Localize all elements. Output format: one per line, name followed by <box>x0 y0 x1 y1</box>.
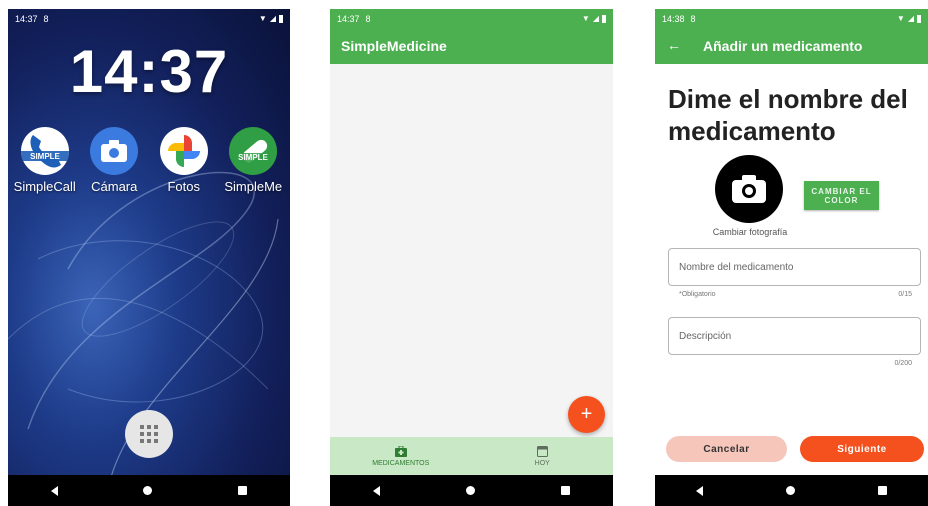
tab-hoy[interactable]: HOY <box>492 445 592 467</box>
app-label: Cámara <box>91 179 138 194</box>
add-medicine-screen: 14:38 8 ▼ ◢ ← Añadir un medicamento Dime… <box>655 9 928 506</box>
photos-pinwheel-icon <box>159 127 208 175</box>
change-photo-button[interactable] <box>715 155 783 223</box>
app-drawer-button[interactable] <box>125 410 173 458</box>
change-color-button[interactable]: CAMBIAR EL COLOR <box>804 181 879 210</box>
nav-home-icon[interactable] <box>143 486 153 495</box>
app-simplemedicine[interactable]: SIMPLE SimpleMe <box>219 127 287 194</box>
nav-home-icon[interactable] <box>466 486 475 495</box>
wifi-icon: ▼ <box>896 14 905 23</box>
app-camera[interactable]: Cámara <box>80 127 148 194</box>
app-drawer-grid-icon <box>140 425 158 443</box>
battery-icon <box>917 14 921 23</box>
description-char-counter: 0/200 <box>894 360 912 367</box>
camera-icon <box>90 127 139 175</box>
nav-recents-icon[interactable] <box>561 486 570 495</box>
home-screen: 14:37 8 ▼ ◢ 14:37 SIMPLE SimpleCall Cáma… <box>8 9 290 506</box>
signal-icon: ◢ <box>907 14 914 23</box>
simplemedicine-pill-icon: SIMPLE <box>229 127 278 175</box>
status-time: 14:37 <box>15 13 38 24</box>
nav-recents-icon[interactable] <box>877 486 887 495</box>
status-bar: 14:38 8 ▼ ◢ <box>655 9 928 28</box>
name-char-counter: 0/15 <box>898 291 912 298</box>
status-time: 14:37 <box>337 13 360 24</box>
nav-back-icon[interactable] <box>696 485 704 496</box>
app-simplecall[interactable]: SIMPLE SimpleCall <box>11 127 79 194</box>
medical-kit-icon <box>394 445 407 457</box>
next-button[interactable]: Siguiente <box>800 436 924 462</box>
tab-medicamentos[interactable]: MEDICAMENTOS <box>351 445 451 467</box>
signal-icon: ◢ <box>592 14 599 23</box>
status-time: 14:38 <box>662 13 685 24</box>
screen-title: Añadir un medicamento <box>703 38 863 54</box>
nav-back-icon[interactable] <box>373 485 380 496</box>
app-label: Fotos <box>167 179 200 194</box>
simplecall-icon: SIMPLE <box>20 127 69 175</box>
system-nav-bar <box>655 475 928 506</box>
status-bar: 14:37 8 ▼ ◢ <box>330 9 613 28</box>
description-input[interactable]: Descripción <box>668 317 921 355</box>
add-medicine-fab[interactable]: + <box>568 396 605 433</box>
wifi-icon: ▼ <box>581 14 590 23</box>
status-notification-icon: 8 <box>365 13 371 24</box>
signal-icon: ◢ <box>269 14 276 23</box>
system-nav-bar <box>8 475 290 506</box>
nav-home-icon[interactable] <box>785 486 795 495</box>
status-bar: 14:37 8 ▼ ◢ <box>8 9 290 28</box>
system-nav-bar <box>330 475 613 506</box>
simplemedicine-badge: SIMPLE <box>238 153 268 162</box>
app-bar: 14:38 8 ▼ ◢ ← Añadir un medicamento <box>655 9 928 64</box>
status-notification-icon: 8 <box>43 13 49 24</box>
app-label: SimpleCall <box>13 179 76 194</box>
change-photo-label: Cambiar fotografía <box>712 227 788 237</box>
plus-icon: + <box>580 403 593 425</box>
cancel-button[interactable]: Cancelar <box>666 436 787 462</box>
tab-label: HOY <box>534 460 550 467</box>
bottom-navigation: MEDICAMENTOS HOY <box>330 437 613 475</box>
tab-label: MEDICAMENTOS <box>372 459 430 467</box>
camera-icon <box>732 175 766 203</box>
battery-icon <box>602 14 606 23</box>
app-title: SimpleMedicine <box>341 38 447 54</box>
back-arrow-icon[interactable]: ← <box>667 37 681 53</box>
nav-back-icon[interactable] <box>50 485 58 496</box>
list-background <box>330 9 613 506</box>
app-row: SIMPLE SimpleCall Cámara Fotos SIMPLE Si… <box>8 127 290 194</box>
name-required-helper: *Obligatorio <box>679 291 716 298</box>
home-clock: 14:37 <box>69 38 229 105</box>
battery-icon <box>279 14 283 23</box>
medicine-list-screen: 14:37 8 ▼ ◢ SimpleMedicine + MEDICAMENTO… <box>330 9 613 506</box>
page-headline: Dime el nombre del medicamento <box>668 84 908 146</box>
app-bar: 14:37 8 ▼ ◢ SimpleMedicine <box>330 9 613 64</box>
calendar-icon <box>536 446 548 457</box>
app-photos[interactable]: Fotos <box>150 127 218 194</box>
wifi-icon: ▼ <box>258 14 267 23</box>
status-notification-icon: 8 <box>690 13 696 24</box>
medicine-name-input[interactable]: Nombre del medicamento <box>668 248 921 286</box>
nav-recents-icon[interactable] <box>238 486 248 495</box>
simplecall-badge: SIMPLE <box>30 152 60 161</box>
app-label: SimpleMe <box>224 179 283 194</box>
